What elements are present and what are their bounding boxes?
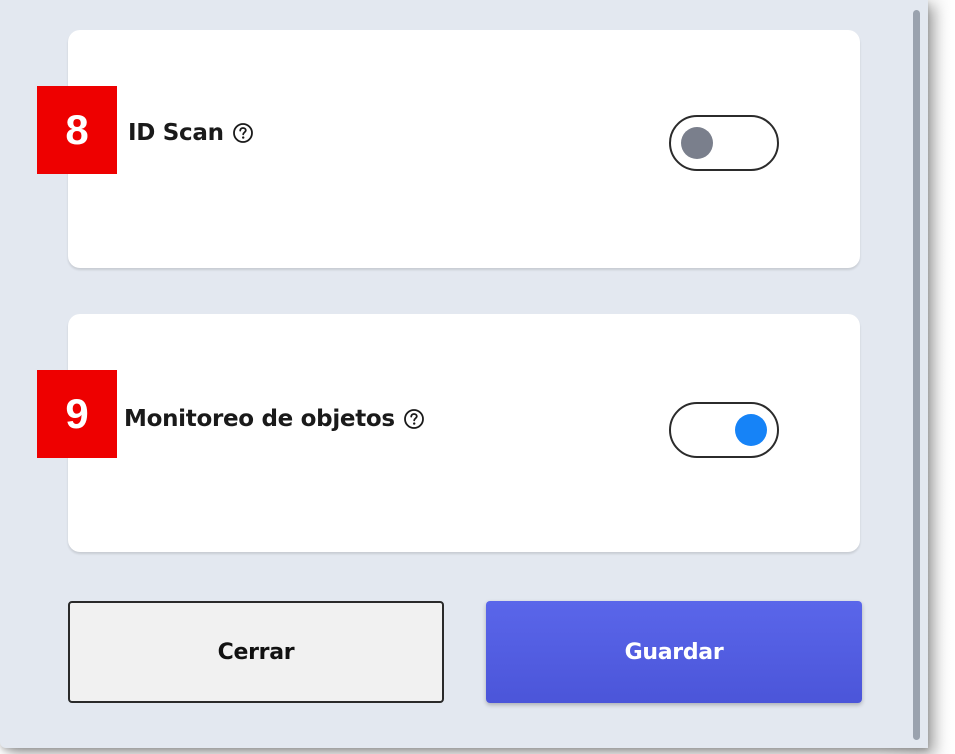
annotation-badge-9: 9	[37, 370, 117, 458]
monitoreo-toggle[interactable]	[669, 402, 779, 458]
setting-label-id-scan: ID Scan	[128, 120, 224, 146]
question-circle-icon[interactable]	[403, 408, 425, 430]
setting-card-monitoreo: Monitoreo de objetos	[68, 314, 860, 552]
setting-card-id-scan: ID Scan	[68, 30, 860, 268]
scrollbar[interactable]	[913, 10, 920, 740]
toggle-knob	[681, 127, 713, 159]
setting-label-row: Monitoreo de objetos	[124, 406, 425, 432]
id-scan-toggle[interactable]	[669, 115, 779, 171]
close-button[interactable]: Cerrar	[68, 601, 444, 703]
question-circle-icon[interactable]	[232, 122, 254, 144]
annotation-badge-8: 8	[37, 86, 117, 174]
setting-label-monitoreo: Monitoreo de objetos	[124, 406, 395, 432]
setting-label-row: ID Scan	[128, 120, 254, 146]
settings-dialog: ID Scan Monitoreo de objetos Cerrar Guar…	[0, 0, 928, 748]
save-button[interactable]: Guardar	[486, 601, 862, 703]
toggle-knob	[735, 414, 767, 446]
